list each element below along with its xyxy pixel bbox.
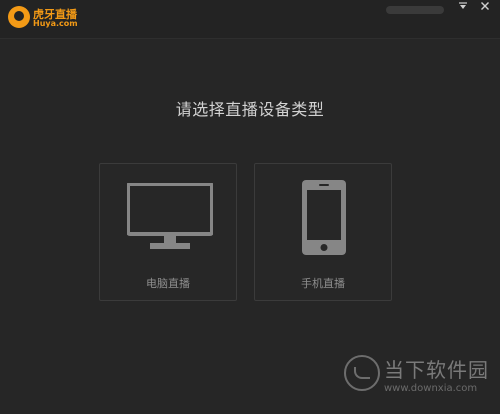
- page-title: 请选择直播设备类型: [175, 100, 325, 119]
- account-name: [386, 6, 444, 14]
- watermark-text-en: www.downxia.com: [384, 383, 478, 394]
- mobile-live-label: 手机直播: [301, 277, 345, 290]
- monitor-icon: [127, 183, 213, 249]
- titlebar: 虎牙直播 Huya.com: [0, 0, 500, 39]
- watermark: 当下软件园 www.downxia.com: [344, 352, 494, 408]
- app-window: 虎牙直播 Huya.com 请选择直播设备类型 电脑直播 手机直播 当下软件园 …: [0, 0, 500, 414]
- dropdown-arrow-icon[interactable]: [456, 1, 470, 15]
- pc-live-option[interactable]: 电脑直播: [99, 163, 237, 301]
- watermark-logo-icon: [344, 355, 380, 391]
- logo-text-en: Huya.com: [33, 19, 78, 28]
- close-icon[interactable]: [478, 1, 492, 15]
- watermark-text-cn: 当下软件园: [384, 358, 489, 382]
- pc-live-label: 电脑直播: [146, 277, 190, 290]
- huya-logo: 虎牙直播 Huya.com: [8, 6, 88, 32]
- smartphone-icon: [302, 180, 346, 255]
- mobile-live-option[interactable]: 手机直播: [254, 163, 392, 301]
- huya-logo-icon: [8, 6, 30, 28]
